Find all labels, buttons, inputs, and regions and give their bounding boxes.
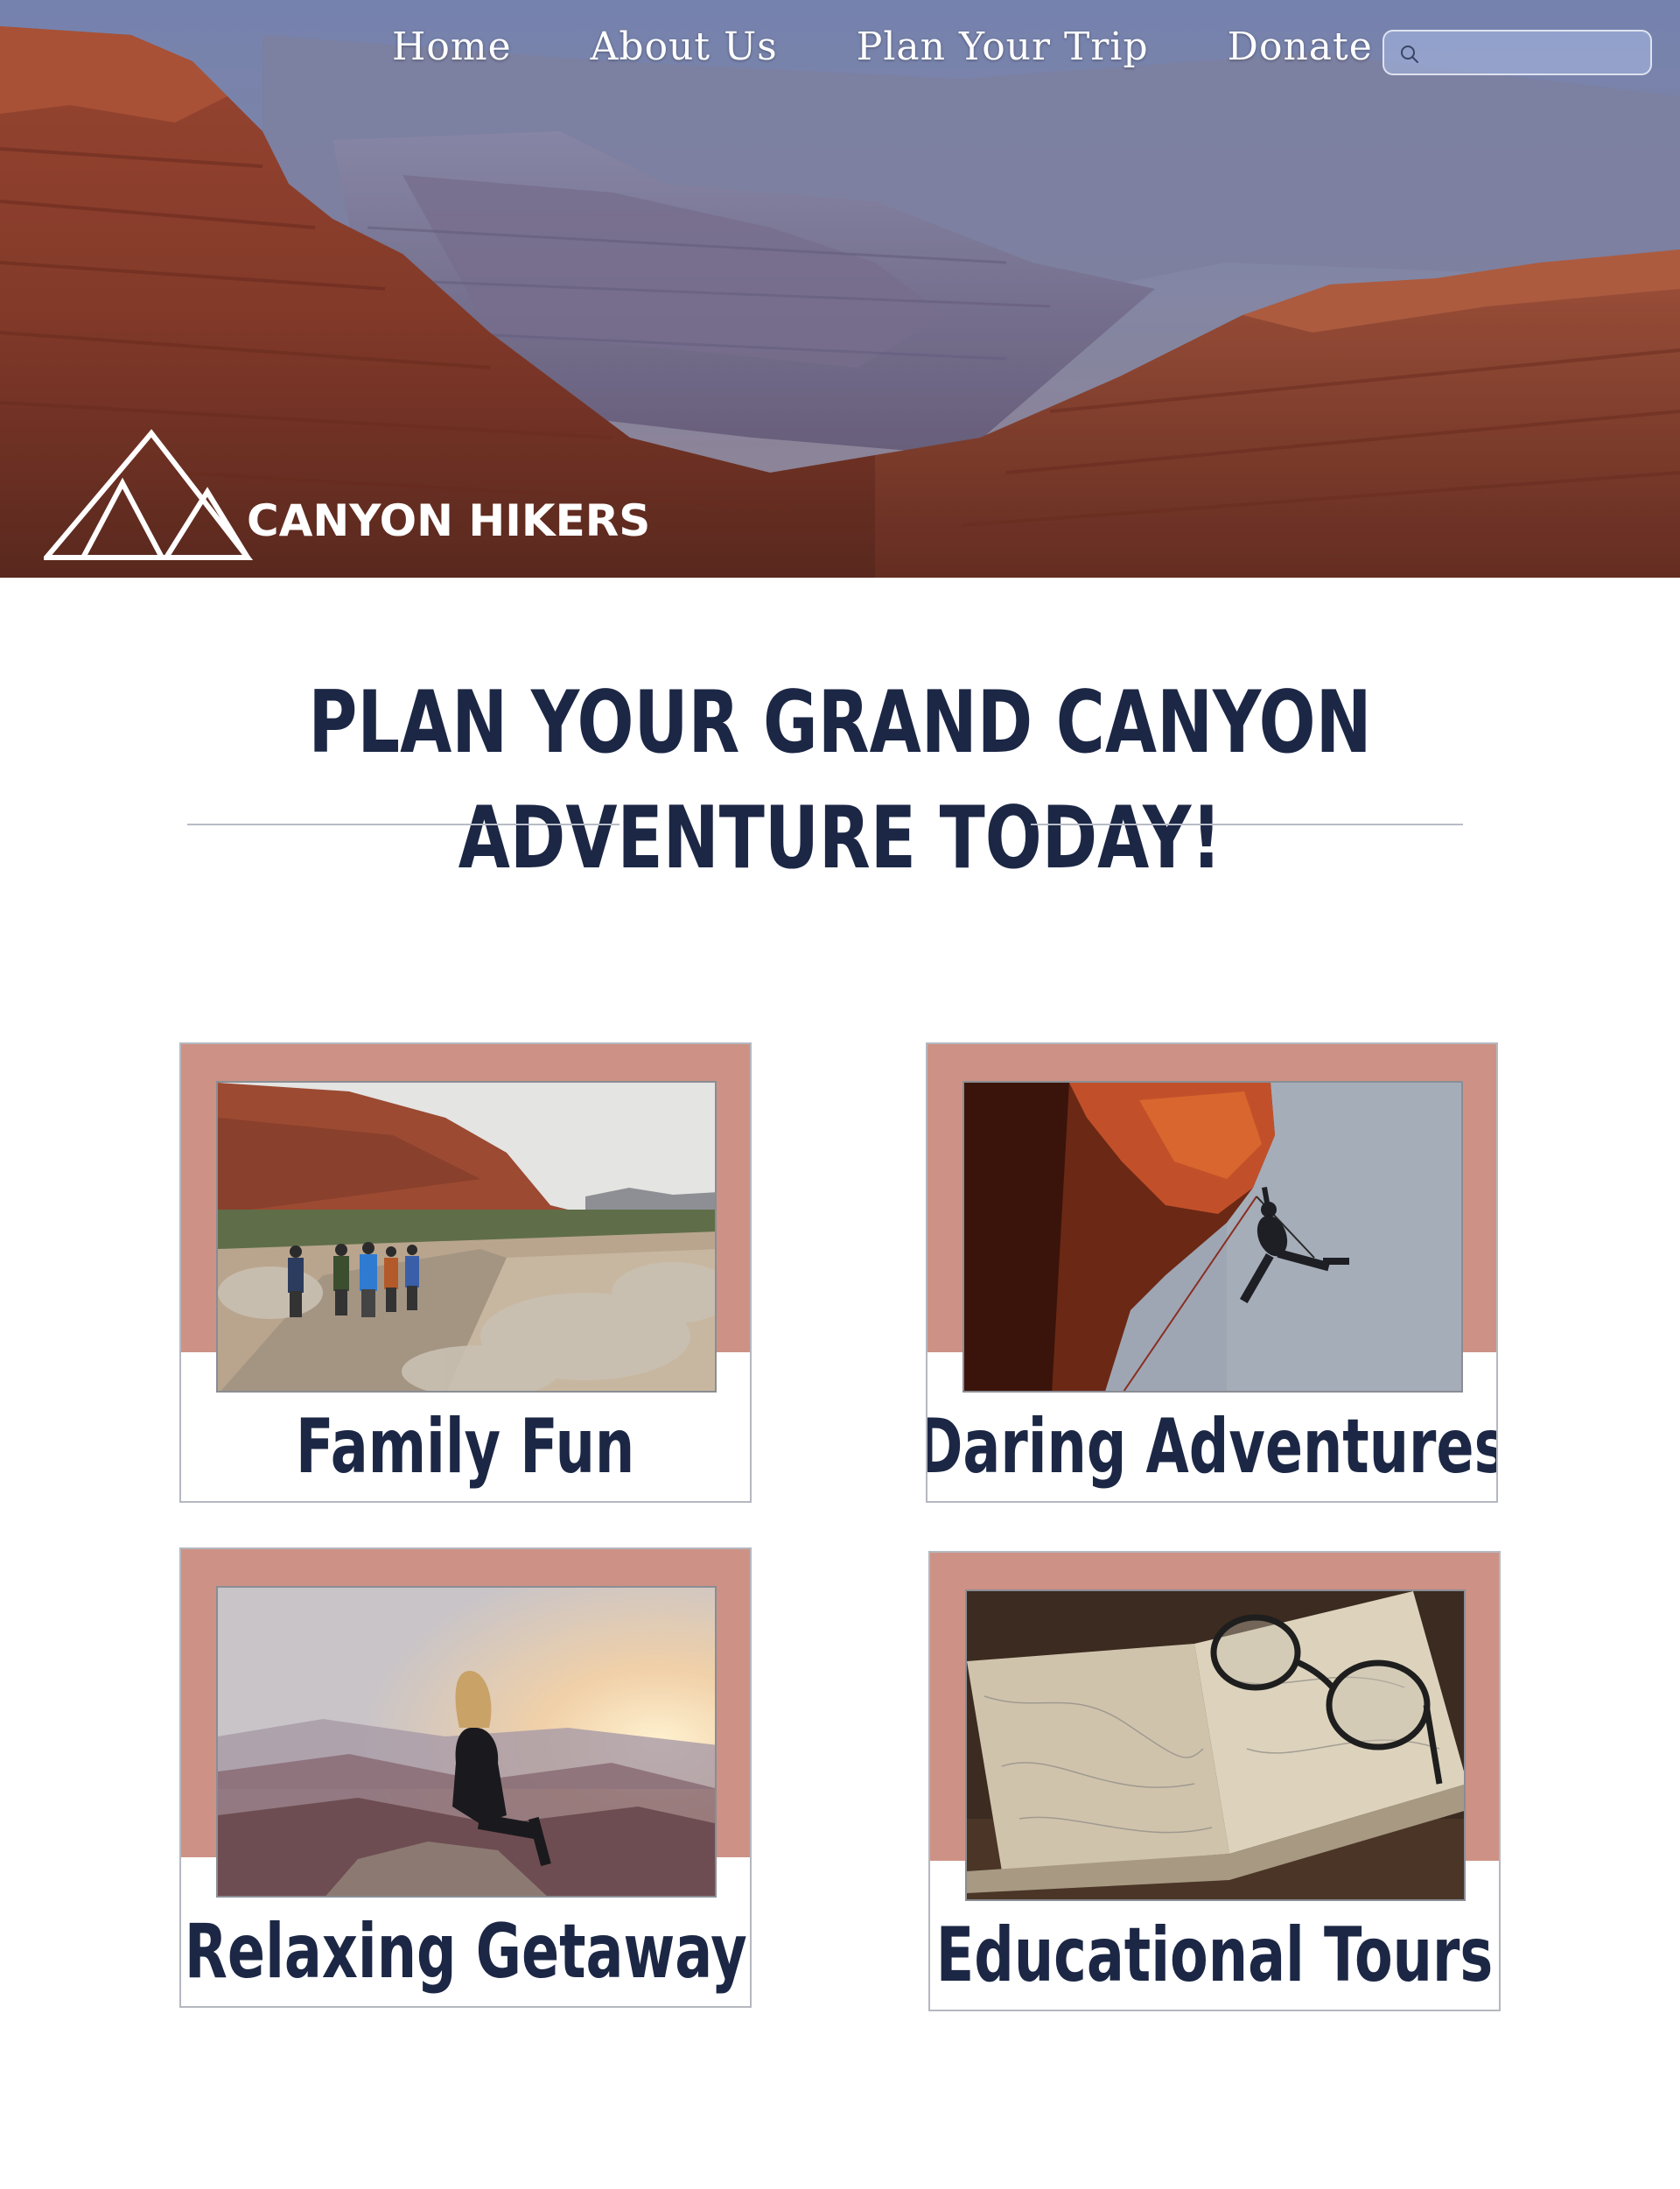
brand-name[interactable]: CANYON HIKERS bbox=[247, 495, 650, 546]
woman-sunset-view-photo bbox=[216, 1586, 717, 1898]
card-title: Daring Adventures bbox=[926, 1403, 1498, 1491]
family-hikers-photo bbox=[216, 1081, 717, 1393]
card-title: Educational Tours bbox=[935, 1912, 1494, 1999]
search-box[interactable] bbox=[1382, 30, 1652, 75]
nav-plan-your-trip-link[interactable]: Plan Your Trip bbox=[857, 25, 1149, 69]
rock-climber-photo bbox=[962, 1081, 1463, 1393]
main-nav: Home About Us Plan Your Trip Donate bbox=[392, 25, 1452, 69]
card-title-wrap: Relaxing Getaway bbox=[181, 1898, 750, 2006]
map-and-glasses-photo bbox=[965, 1589, 1466, 1901]
card-title-wrap: Daring Adventures bbox=[928, 1393, 1496, 1501]
card-relaxing-getaway[interactable]: Relaxing Getaway bbox=[179, 1547, 752, 2008]
card-title: Relaxing Getaway bbox=[184, 1908, 747, 1996]
search-input[interactable] bbox=[1423, 37, 1645, 70]
search-icon bbox=[1401, 46, 1418, 63]
page-heading: PLAN YOUR GRAND CANYON ADVENTURE TODAY! bbox=[308, 673, 1372, 888]
card-title: Family Fun bbox=[296, 1403, 635, 1491]
card-title-wrap: Educational Tours bbox=[930, 1901, 1499, 2010]
card-title-wrap: Family Fun bbox=[181, 1393, 750, 1501]
hero-banner: Home About Us Plan Your Trip Donate CANY… bbox=[0, 0, 1680, 578]
heading-divider-left bbox=[187, 824, 620, 825]
heading-divider-right bbox=[1031, 824, 1463, 825]
card-educational-tours[interactable]: Educational Tours bbox=[928, 1551, 1501, 2011]
card-daring-adventures[interactable]: Daring Adventures bbox=[926, 1042, 1498, 1503]
nav-donate-link[interactable]: Donate bbox=[1228, 25, 1373, 69]
mountain-logo-icon bbox=[44, 429, 254, 560]
nav-home-link[interactable]: Home bbox=[392, 25, 512, 69]
card-family-fun[interactable]: Family Fun bbox=[179, 1042, 752, 1503]
nav-about-us-link[interactable]: About Us bbox=[591, 25, 778, 69]
